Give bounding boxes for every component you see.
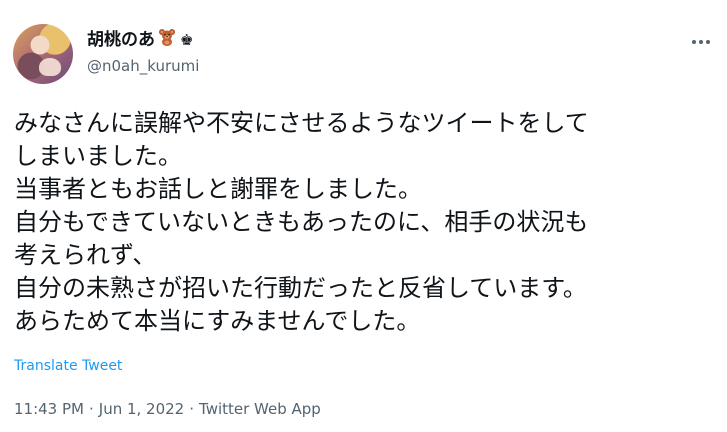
- tweet-text-line: あらためて本当にすみませんでした。: [14, 307, 421, 335]
- avatar-detail: [39, 58, 61, 76]
- tweet-text-line: 当事者ともお話しと謝罪をしました。: [14, 175, 422, 203]
- tweet-source[interactable]: Twitter Web App: [199, 400, 321, 418]
- tweet-text-line: 自分の未熟さが招いた行動だったと反省しています。: [14, 274, 587, 302]
- tweet-time[interactable]: 11:43 PM: [14, 400, 84, 418]
- meta-separator: ·: [189, 400, 195, 418]
- chess-king-icon: ♚: [180, 31, 194, 49]
- tweet-text-line: しまいました。: [14, 142, 182, 170]
- user-handle[interactable]: @n0ah_kurumi: [87, 56, 199, 76]
- display-name[interactable]: 胡桃のあ ♚: [87, 28, 193, 52]
- tweet-text-line: みなさんに誤解や不安にさせるようなツイートをして: [14, 109, 589, 137]
- teddy-bear-icon: [158, 28, 176, 52]
- display-name-text: 胡桃のあ: [87, 30, 155, 50]
- tweet-date[interactable]: Jun 1, 2022: [99, 400, 184, 418]
- tweet-text-line: 自分もできていないときもあったのに、相手の状況も: [14, 208, 589, 236]
- avatar[interactable]: [13, 24, 73, 84]
- meta-separator: ·: [88, 400, 94, 418]
- tweet-metadata: 11:43 PM · Jun 1, 2022 · Twitter Web App: [14, 398, 321, 420]
- more-options-button[interactable]: [683, 24, 719, 60]
- tweet-text: みなさんに誤解や不安にさせるようなツイートをして しまいました。 当事者ともお話…: [14, 107, 720, 338]
- translate-tweet-link[interactable]: Translate Tweet: [14, 356, 122, 376]
- more-dots-icon: [692, 40, 710, 44]
- tweet: 胡桃のあ ♚ @n0ah_kurumi みなさんに誤解や不安にさせるようなツイー…: [0, 0, 727, 432]
- tweet-text-line: 考えられず、: [14, 241, 157, 269]
